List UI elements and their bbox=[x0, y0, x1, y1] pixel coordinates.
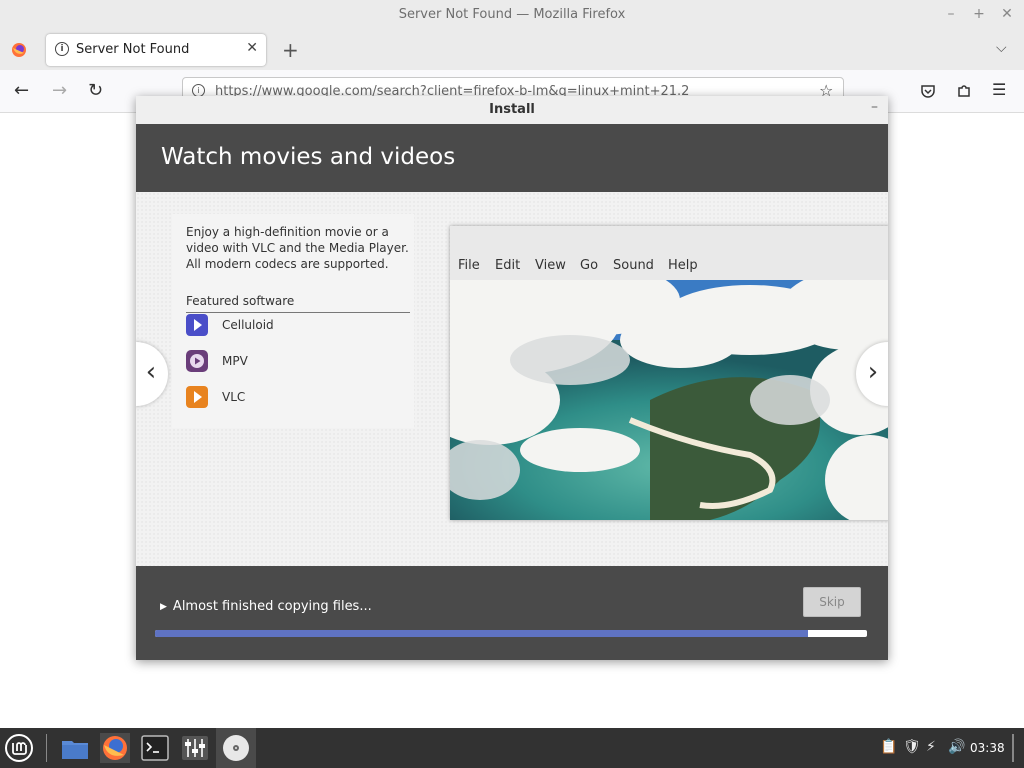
close-icon[interactable]: ✕ bbox=[998, 6, 1016, 22]
reload-icon[interactable]: ↻ bbox=[88, 80, 103, 101]
menu-file: File bbox=[458, 258, 480, 273]
dialog-title: Install bbox=[489, 102, 535, 117]
chevron-right-icon: › bbox=[867, 357, 879, 387]
taskbar: 📋 🛡 ⚡ 🔊 03:38 bbox=[0, 728, 1024, 768]
mpv-icon bbox=[186, 350, 208, 372]
menu-help: Help bbox=[668, 258, 698, 273]
aerial-clouds-image bbox=[450, 280, 888, 520]
new-tab-icon[interactable]: + bbox=[282, 38, 299, 62]
info-icon: i bbox=[55, 42, 69, 56]
dialog-minimize-icon[interactable]: – bbox=[871, 99, 878, 115]
network-icon[interactable]: ⚡ bbox=[926, 739, 936, 755]
firefox-logo-icon bbox=[12, 43, 26, 57]
taskbar-separator bbox=[46, 734, 47, 762]
vlc-icon bbox=[186, 386, 208, 408]
pocket-icon[interactable] bbox=[920, 83, 936, 99]
settings-mixer-icon[interactable] bbox=[180, 733, 210, 763]
dialog-footer: ▶ Almost finished copying files... Skip bbox=[136, 566, 888, 660]
progress-bar bbox=[155, 630, 867, 637]
window-title: Server Not Found — Mozilla Firefox bbox=[398, 7, 626, 22]
shield-icon[interactable]: 🛡 bbox=[903, 739, 921, 755]
app-name: MPV bbox=[222, 354, 248, 368]
clock[interactable]: 03:38 bbox=[970, 741, 1005, 755]
media-player-preview: File Edit View Go Sound Help bbox=[450, 226, 888, 520]
menu-icon[interactable]: ☰ bbox=[992, 80, 1006, 99]
tab-strip: i Server Not Found ✕ + ⌵ bbox=[0, 30, 1024, 70]
menu-sound: Sound bbox=[613, 258, 654, 273]
terminal-icon[interactable] bbox=[140, 733, 170, 763]
browser-title-bar: Server Not Found — Mozilla Firefox – + ✕ bbox=[0, 0, 1024, 30]
slide-header: Watch movies and videos bbox=[136, 124, 888, 192]
extensions-icon[interactable] bbox=[956, 83, 972, 99]
skip-button[interactable]: Skip bbox=[803, 587, 861, 617]
mint-menu-icon[interactable] bbox=[4, 733, 34, 763]
volume-icon[interactable]: 🔊 bbox=[948, 739, 965, 755]
list-tabs-icon[interactable]: ⌵ bbox=[996, 40, 1007, 56]
install-dialog: Install – Watch movies and videos Enjoy … bbox=[136, 96, 888, 660]
clipboard-icon[interactable]: 📋 bbox=[880, 739, 897, 755]
chevron-left-icon: ‹ bbox=[145, 357, 157, 387]
expand-triangle-icon: ▶ bbox=[160, 602, 167, 612]
firefox-taskbar-icon[interactable] bbox=[100, 733, 130, 763]
forward-icon[interactable]: → bbox=[52, 80, 67, 101]
status-text: Almost finished copying files... bbox=[172, 599, 372, 614]
minimize-icon[interactable]: – bbox=[942, 6, 960, 22]
app-name: VLC bbox=[222, 390, 246, 404]
slide-title: Watch movies and videos bbox=[161, 144, 456, 170]
info-panel: Enjoy a high-definition movie or a video… bbox=[172, 214, 414, 428]
menu-view: View bbox=[535, 258, 566, 273]
progress-fill bbox=[155, 630, 808, 637]
tab-label: Server Not Found bbox=[76, 42, 190, 57]
video-frame bbox=[450, 280, 888, 520]
maximize-icon[interactable]: + bbox=[970, 6, 988, 22]
preview-menubar: File Edit View Go Sound Help bbox=[450, 250, 888, 280]
tab-close-icon[interactable]: ✕ bbox=[246, 40, 258, 56]
back-icon[interactable]: ← bbox=[14, 80, 29, 101]
show-desktop-button[interactable] bbox=[1012, 734, 1014, 762]
files-icon[interactable] bbox=[60, 733, 90, 763]
status-expander[interactable]: ▶ Almost finished copying files... bbox=[160, 599, 372, 614]
featured-software-label: Featured software bbox=[186, 294, 410, 313]
app-name: Celluloid bbox=[222, 318, 274, 332]
tab-server-not-found[interactable]: i Server Not Found ✕ bbox=[46, 34, 266, 66]
installer-disc-icon[interactable] bbox=[221, 733, 251, 763]
menu-edit: Edit bbox=[495, 258, 521, 273]
menu-go: Go bbox=[580, 258, 599, 273]
dialog-title-bar: Install – bbox=[136, 96, 888, 125]
celluloid-icon bbox=[186, 314, 208, 336]
slideshow-body: Enjoy a high-definition movie or a video… bbox=[136, 192, 888, 566]
slide-description: Enjoy a high-definition movie or a video… bbox=[186, 225, 409, 271]
previous-slide-button[interactable]: ‹ bbox=[136, 342, 168, 406]
